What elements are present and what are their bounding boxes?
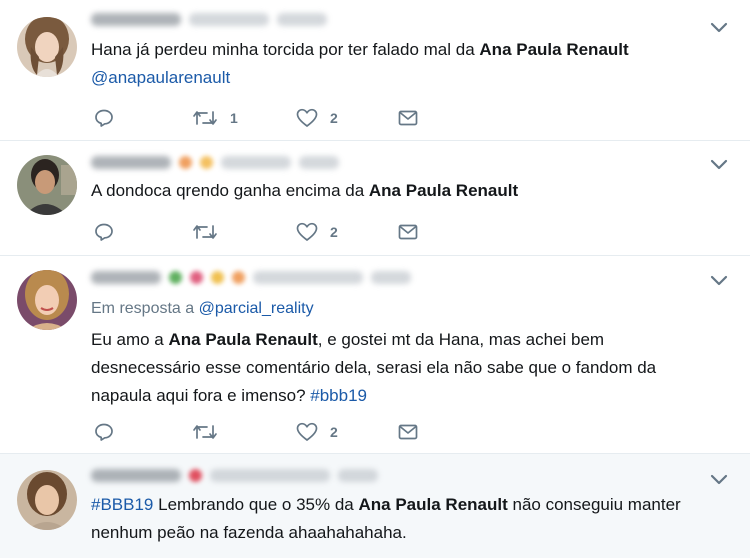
retweet-button[interactable]	[192, 222, 230, 242]
tweet-actions: 1 2	[94, 108, 434, 128]
avatar[interactable]	[17, 470, 77, 530]
replying-prefix: Em resposta a	[91, 300, 199, 317]
retweet-arrows-icon	[193, 425, 217, 439]
tweet-feed: Hana já perdeu minha torcida por ter fal…	[0, 0, 750, 558]
reply-button[interactable]	[94, 422, 126, 442]
direct-message-button[interactable]	[398, 108, 418, 128]
retweet-count: 1	[230, 110, 238, 126]
tweet-bold-text: Ana Paula Renault	[358, 495, 508, 514]
tweet-text-segment: A dondoca qrendo ganha encima da	[91, 181, 369, 200]
tweet-text: #BBB19 Lembrando que o 35% da Ana Paula …	[91, 491, 711, 547]
heart-outline-icon	[296, 108, 318, 127]
retweet-arrows-icon	[193, 225, 217, 239]
like-button[interactable]: 2	[296, 422, 338, 442]
replying-to: Em resposta a @parcial_reality	[91, 300, 314, 318]
tweet-header-redacted	[91, 464, 378, 486]
replying-handle-link[interactable]: @parcial_reality	[199, 300, 314, 317]
retweet-arrows-icon	[193, 111, 217, 125]
tweet-bold-text: Ana Paula Renault	[368, 181, 519, 200]
reply-bubble-icon	[95, 423, 113, 441]
retweet-button[interactable]: 1	[192, 108, 238, 128]
tweet-bold-text: Ana Paula Renault	[479, 40, 629, 59]
tweet-text-segment: Lembrando que o 35% da	[153, 495, 359, 514]
tweet-actions: 2	[94, 222, 434, 242]
avatar[interactable]	[17, 17, 77, 77]
tweet-header-redacted	[91, 266, 411, 288]
reply-button[interactable]	[94, 222, 126, 242]
tweet-text-segment: Eu amo a	[91, 330, 169, 349]
like-count: 2	[330, 110, 338, 126]
tweet-text-segment: Hana já perdeu minha torcida por ter fal…	[91, 40, 480, 59]
tweet-link[interactable]: @anapaularenault	[91, 68, 230, 87]
reply-bubble-icon	[95, 109, 113, 127]
like-count: 2	[330, 224, 338, 240]
reply-bubble-icon	[95, 223, 113, 241]
tweet-3[interactable]: Em resposta a @parcial_reality Eu amo a …	[0, 256, 750, 454]
avatar[interactable]	[17, 155, 77, 215]
chevron-down-icon[interactable]	[710, 22, 728, 34]
tweet-text: Eu amo a Ana Paula Renault, e gostei mt …	[91, 326, 711, 410]
tweet-link[interactable]: #bbb19	[310, 386, 367, 405]
envelope-icon	[398, 424, 418, 440]
envelope-icon	[398, 224, 418, 240]
retweet-button[interactable]	[192, 422, 230, 442]
tweet-4[interactable]: #BBB19 Lembrando que o 35% da Ana Paula …	[0, 454, 750, 558]
tweet-bold-text: Ana Paula Renault	[168, 330, 318, 349]
direct-message-button[interactable]	[398, 422, 418, 442]
chevron-down-icon[interactable]	[710, 275, 728, 287]
direct-message-button[interactable]	[398, 222, 418, 242]
tweet-1[interactable]: Hana já perdeu minha torcida por ter fal…	[0, 0, 750, 141]
avatar[interactable]	[17, 270, 77, 330]
tweet-2[interactable]: A dondoca qrendo ganha encima da Ana Pau…	[0, 141, 750, 256]
tweet-header-redacted	[91, 8, 327, 30]
tweet-text: A dondoca qrendo ganha encima da Ana Pau…	[91, 177, 711, 205]
reply-button[interactable]	[94, 108, 126, 128]
tweet-actions: 2	[94, 422, 434, 442]
like-button[interactable]: 2	[296, 222, 338, 242]
tweet-text: Hana já perdeu minha torcida por ter fal…	[91, 36, 711, 92]
heart-outline-icon	[296, 222, 318, 241]
chevron-down-icon[interactable]	[710, 159, 728, 171]
tweet-link[interactable]: #BBB19	[91, 495, 153, 514]
like-button[interactable]: 2	[296, 108, 338, 128]
like-count: 2	[330, 424, 338, 440]
heart-outline-icon	[296, 422, 318, 441]
chevron-down-icon[interactable]	[710, 474, 728, 486]
tweet-header-redacted	[91, 151, 339, 173]
envelope-icon	[398, 110, 418, 126]
